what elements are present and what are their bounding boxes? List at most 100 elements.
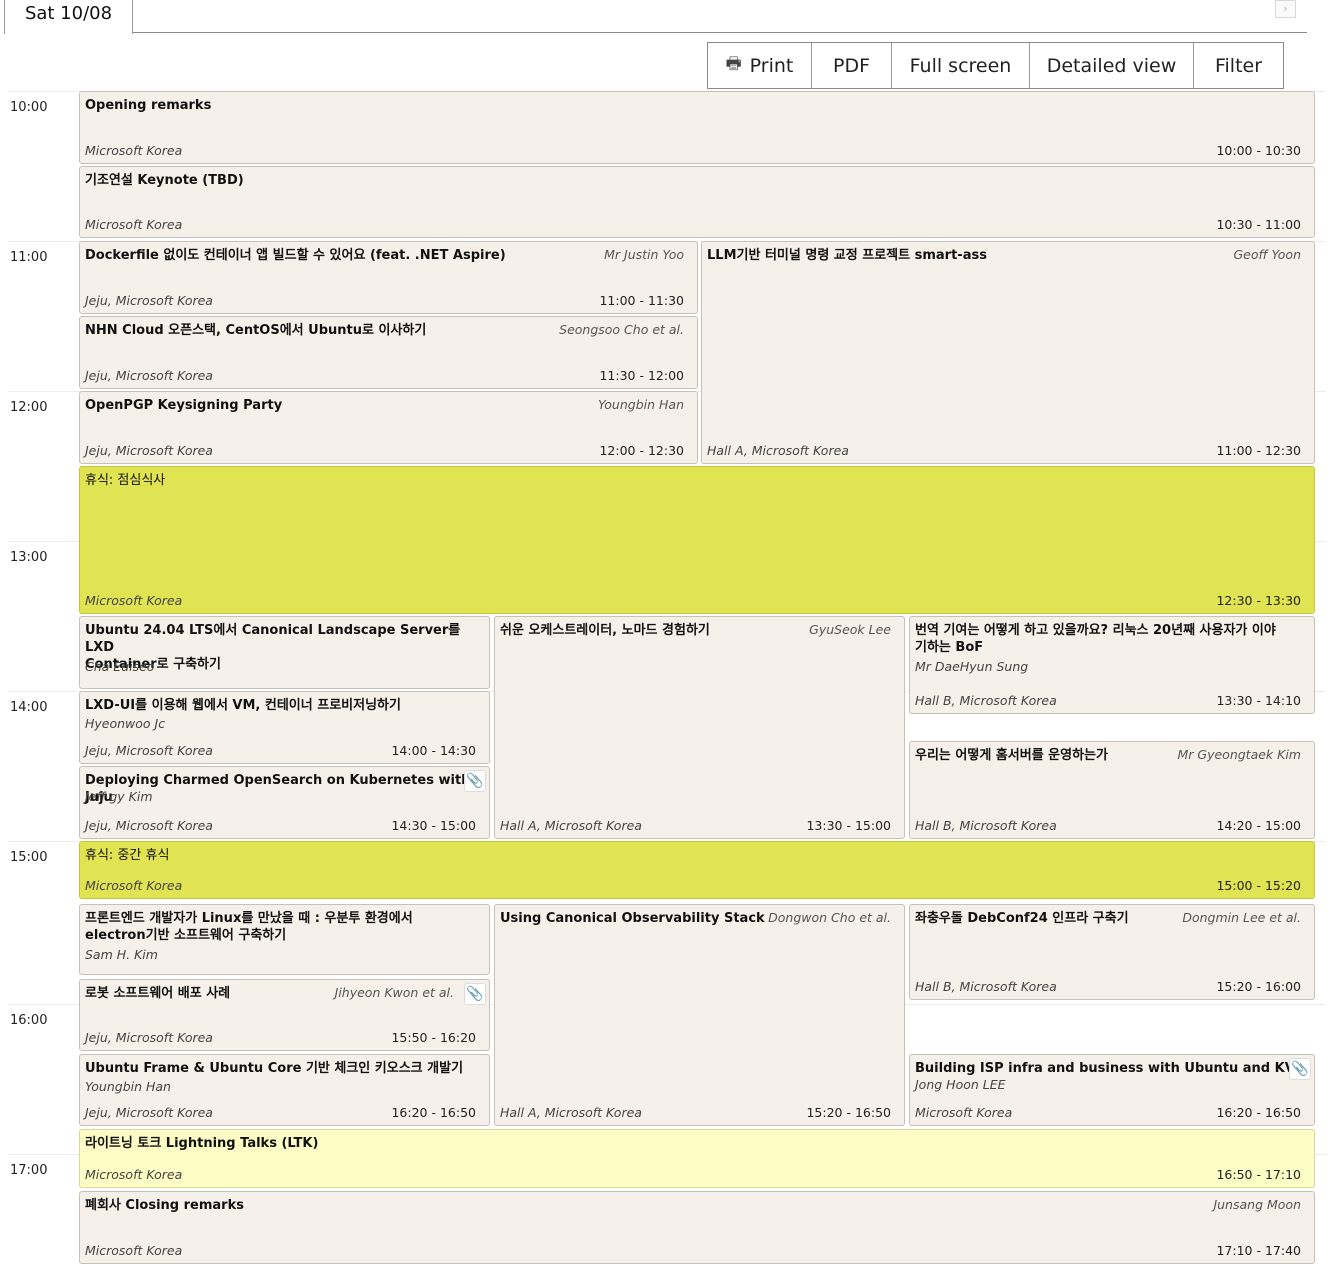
event-title-line: Ubuntu 24.04 LTS에서 Canonical Landscape S… [85,623,461,655]
hour-label: 11:00 [10,250,48,265]
event-location: Microsoft Korea [915,1105,1013,1120]
event-location: Microsoft Korea [85,878,183,893]
detailed-view-button[interactable]: Detailed view [1030,43,1194,88]
event-location: Hall B, Microsoft Korea [915,818,1057,833]
event-title: 좌충우돌 DebConf24 인프라 구축기 [915,911,1129,926]
event-location: Hall B, Microsoft Korea [915,693,1057,708]
event-robot-software[interactable]: 로봇 소프트웨어 배포 사례 Jihyeon Kwon et al. 📎 Jej… [79,979,490,1051]
pdf-button[interactable]: PDF [812,43,892,88]
hour-label: 10:00 [10,100,48,115]
event-speaker: Dongmin Lee et al. [1182,910,1301,925]
full-screen-label: Full screen [909,54,1012,77]
paperclip-icon[interactable]: 📎 [464,983,486,1005]
event-time: 14:20 - 15:00 [1216,818,1301,833]
hour-label: 13:00 [10,550,48,565]
event-speaker: Hyeonwoo Jc [85,716,166,731]
hour-label: 15:00 [10,850,48,865]
event-title: LLM기반 터미널 명령 교정 프로젝트 smart-ass [707,248,987,263]
event-location: Jeju, Microsoft Korea [85,743,213,758]
hour-label: 17:00 [10,1163,48,1178]
hour-label: 16:00 [10,1013,48,1028]
event-location: Microsoft Korea [85,217,183,232]
event-location: Hall A, Microsoft Korea [500,818,642,833]
filter-button[interactable]: Filter [1194,43,1283,88]
event-translation-bof[interactable]: 번역 기여는 어떻게 하고 있을까요? 리눅스 20년째 사용자가 이야기하는 … [909,616,1315,714]
event-speaker: Mr Justin Yoo [604,247,684,262]
event-time: 13:30 - 14:10 [1216,693,1301,708]
event-time: 11:30 - 12:00 [599,368,684,383]
print-label: Print [749,54,794,77]
detailed-view-label: Detailed view [1046,54,1177,77]
event-speaker: Dongwon Cho et al. [768,910,891,925]
tab-label: Sat 10/08 [24,3,113,24]
event-speaker: Geoff Yoon [1233,247,1302,262]
event-location: Hall B, Microsoft Korea [915,979,1057,994]
event-time: 15:50 - 16:20 [391,1030,476,1045]
event-time: 15:20 - 16:50 [806,1105,891,1120]
event-title-line: electron기반 소프트웨어 구축하기 [85,928,287,943]
event-speaker: Mr Gyeongtaek Kim [1177,747,1302,762]
event-debconf24-infra[interactable]: 좌충우돌 DebConf24 인프라 구축기 Dongmin Lee et al… [909,904,1315,1000]
event-mid-break[interactable]: 휴식: 중간 휴식 Microsoft Korea 15:00 - 15:20 [79,841,1315,899]
event-time: 14:30 - 15:00 [391,818,476,833]
event-title: 휴식: 중간 휴식 [85,848,170,863]
full-screen-button[interactable]: Full screen [892,43,1030,88]
event-title: OpenPGP Keysigning Party [85,398,283,413]
event-title: 기조연설 Keynote (TBD) [85,173,244,188]
event-speaker: Youngbin Han [598,397,684,412]
event-charmed-opensearch[interactable]: Deploying Charmed OpenSearch on Kubernet… [79,766,490,839]
event-time: 12:30 - 13:30 [1216,593,1301,608]
event-time: 11:00 - 12:30 [1216,443,1301,458]
tab-day-sat[interactable]: Sat 10/08 [4,0,133,34]
hour-label: 12:00 [10,400,48,415]
event-openpgp[interactable]: OpenPGP Keysigning Party Youngbin Han Je… [79,391,698,464]
event-title: 폐회사 Closing remarks [85,1198,244,1213]
event-lunch-break[interactable]: 휴식: 점심식사 Microsoft Korea 12:30 - 13:30 [79,466,1315,614]
event-time: 16:20 - 16:50 [1216,1105,1301,1120]
event-isp-infra[interactable]: Building ISP infra and business with Ubu… [909,1054,1315,1126]
event-title: LXD-UI를 이용해 웹에서 VM, 컨테이너 프로비저닝하기 [85,698,401,713]
event-keynote[interactable]: 기조연설 Keynote (TBD) Microsoft Korea 10:30… [79,166,1315,238]
event-title: Building ISP infra and business with Ubu… [915,1061,1308,1076]
event-title: Using Canonical Observability Stack [500,911,765,926]
event-frontend-linux[interactable]: 프론트엔드 개발자가 Linux를 만났을 때 : 우분투 환경에서 electr… [79,904,490,975]
event-home-server[interactable]: 우리는 어떻게 홈서버를 운영하는가 Mr Gyeongtaek Kim Hal… [909,741,1315,839]
event-nomad[interactable]: 쉬운 오케스트레이터, 노마드 경험하기 GyuSeok Lee Hall A,… [494,616,905,839]
event-title: 우리는 어떻게 홈서버를 운영하는가 [915,748,1108,763]
event-lxd-ui[interactable]: LXD-UI를 이용해 웹에서 VM, 컨테이너 프로비저닝하기 Hyeonwo… [79,691,490,764]
event-time: 10:30 - 11:00 [1216,217,1301,232]
event-opening-remarks[interactable]: Opening remarks Microsoft Korea 10:00 - … [79,91,1315,164]
event-kiosk[interactable]: Ubuntu Frame & Ubuntu Core 기반 체크인 키오스크 개… [79,1054,490,1126]
event-title-line: 기하는 BoF [915,640,984,655]
event-title-line: 번역 기여는 어떻게 하고 있을까요? 리눅스 20년째 사용자가 이야 [915,623,1276,638]
event-location: Jeju, Microsoft Korea [85,818,213,833]
event-location: Jeju, Microsoft Korea [85,1030,213,1045]
paperclip-icon[interactable]: 📎 [464,770,486,792]
event-speaker: GyuSeok Lee [809,622,891,637]
pdf-label: PDF [832,54,871,77]
event-time: 16:20 - 16:50 [391,1105,476,1120]
event-llm-smart-ass[interactable]: LLM기반 터미널 명령 교정 프로젝트 smart-ass Geoff Yoo… [701,241,1315,464]
event-location: Jeju, Microsoft Korea [85,293,213,308]
event-location: Jeju, Microsoft Korea [85,368,213,383]
event-closing-remarks[interactable]: 폐회사 Closing remarks Junsang Moon Microso… [79,1191,1315,1264]
event-speaker: Junsang Moon [1213,1197,1301,1212]
event-lightning-talks[interactable]: 라이트닝 토크 Lightning Talks (LTK) Microsoft … [79,1129,1315,1188]
filter-label: Filter [1214,54,1263,77]
printer-icon: 🖶 [725,54,742,74]
event-dockerfile[interactable]: Dockerfile 없이도 컨테이너 앱 빌드할 수 있어요 (feat. .… [79,241,698,314]
print-button[interactable]: 🖶 Print [708,43,812,88]
event-title: Ubuntu Frame & Ubuntu Core 기반 체크인 키오스크 개… [85,1061,464,1076]
event-title: 로봇 소프트웨어 배포 사례 [85,986,231,1001]
event-landscape-lxd[interactable]: Ubuntu 24.04 LTS에서 Canonical Landscape S… [79,616,490,689]
event-observability-stack[interactable]: Using Canonical Observability Stack Dong… [494,904,905,1126]
event-time: 16:50 - 17:10 [1216,1167,1301,1182]
event-title: 쉬운 오케스트레이터, 노마드 경험하기 [500,623,710,638]
event-nhn-cloud[interactable]: NHN Cloud 오픈스택, CentOS에서 Ubuntu로 이사하기 Se… [79,316,698,389]
day-tab-strip: Sat 10/08 › [0,0,1330,34]
tab-divider [132,32,1307,33]
paperclip-icon[interactable]: 📎 [1289,1058,1311,1080]
event-title: 휴식: 점심식사 [85,473,166,488]
chevron-right-icon[interactable]: › [1275,0,1296,18]
event-speaker: Youngbin Han [85,1079,171,1094]
